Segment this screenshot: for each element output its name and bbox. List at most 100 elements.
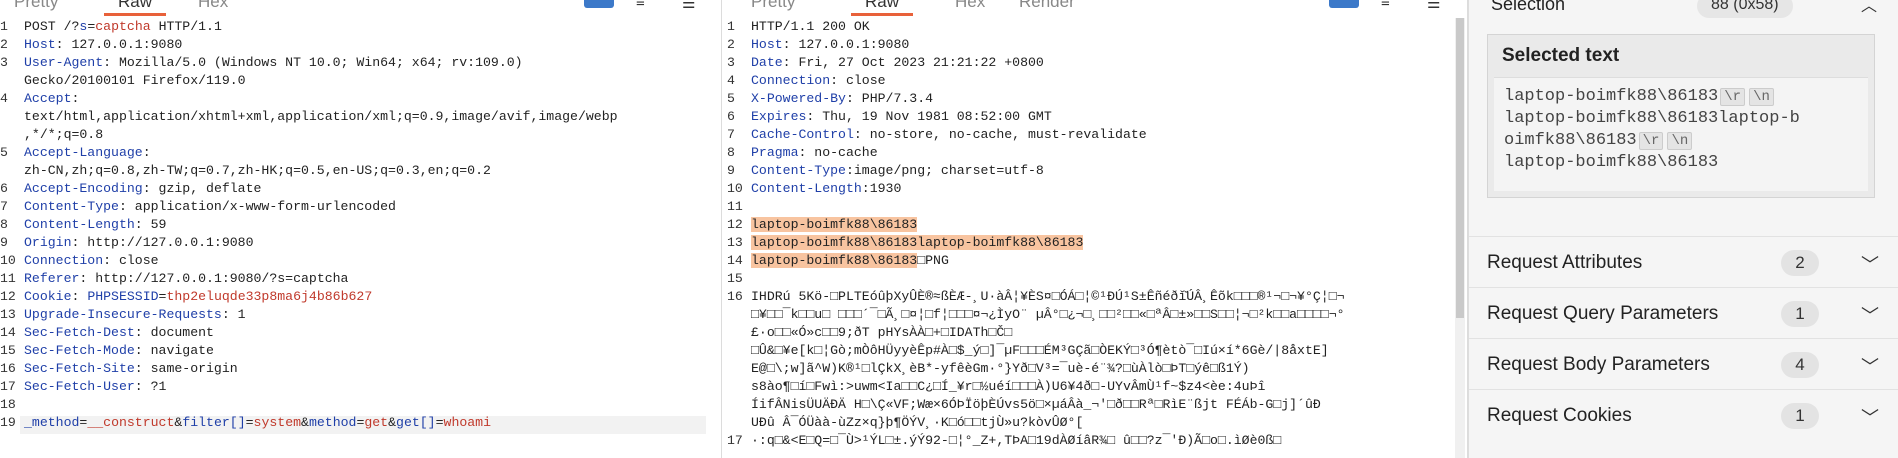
code-line[interactable]: Content-Type: application/x-www-form-url… bbox=[24, 198, 396, 216]
code-line[interactable]: UÐû Â¯ÓÜàà-ùZz×q}þ¶ÖÝV¸·K□ó□□tjÙ»u?kòvÛØ… bbox=[751, 414, 1083, 432]
code-line[interactable]: □¥□□¯k□□u□ □□□´¯□Ã¸□¤¦□f¦□□□¤¬¿ÌyO¨ µÂ°□… bbox=[751, 306, 1345, 324]
code-token: : ?1 bbox=[134, 379, 167, 394]
code-line[interactable]: Accept-Encoding: gzip, deflate bbox=[24, 180, 261, 198]
inspector-section[interactable]: Request Query Parameters 1 ﹀ bbox=[1469, 287, 1898, 339]
code-token: Sec-Fetch-Mode bbox=[24, 343, 135, 358]
code-line[interactable]: Cookie: PHPSESSID=thp2eluqde33p8ma6j4b86… bbox=[24, 288, 372, 306]
code-line[interactable]: Upgrade-Insecure-Requests: 1 bbox=[24, 306, 246, 324]
code-line[interactable]: zh-CN,zh;q=0.8,zh-TW;q=0.7,zh-HK;q=0.5,e… bbox=[24, 162, 491, 180]
tab-pretty[interactable]: Pretty bbox=[14, 0, 58, 12]
tab-render[interactable]: Render bbox=[1019, 0, 1075, 12]
code-token: : Mozilla/5.0 (Windows NT 10.0; Win64; x… bbox=[103, 55, 523, 70]
code-line[interactable]: X-Powered-By: PHP/7.3.4 bbox=[751, 90, 933, 108]
code-line[interactable]: s8ào¶□í□Fwì:>uwm<Ia□□C¿□Í_¥r□½uéí□□□À)U6… bbox=[751, 378, 1265, 396]
line-number: 14 bbox=[727, 253, 743, 268]
code-line[interactable]: _method=__construct&filter[]=system&meth… bbox=[24, 414, 491, 432]
code-line[interactable]: Connection: close bbox=[751, 72, 886, 90]
tab-raw[interactable]: Raw bbox=[103, 0, 167, 16]
code-line[interactable]: Accept-Language: bbox=[24, 144, 151, 162]
line-number bbox=[727, 414, 751, 432]
code-line[interactable]: Sec-Fetch-User: ?1 bbox=[24, 378, 166, 396]
request-pane: Pretty Raw Hex ≡ ☰ 1 POST /?s=captcha HTT… bbox=[0, 0, 722, 458]
code-line[interactable]: text/html,application/xhtml+xml,applicat… bbox=[24, 108, 618, 126]
code-token: □PNG bbox=[917, 253, 949, 268]
code-line[interactable]: Sec-Fetch-Dest: document bbox=[24, 324, 214, 342]
code-line[interactable]: HTTP/1.1 200 OK bbox=[751, 18, 870, 36]
selected-text-box[interactable]: laptop-boimfk88\86183 \r \n laptop-boimfk88… bbox=[1494, 77, 1868, 191]
code-line[interactable]: Referer: http://127.0.0.1:9080/?s=captch… bbox=[24, 270, 348, 288]
code-line[interactable]: Content-Type:image/png; charset=utf-8 bbox=[751, 162, 1044, 180]
pretty-toggle-button[interactable] bbox=[584, 0, 614, 8]
chevron-down-icon[interactable]: ﹀ bbox=[1861, 404, 1879, 430]
tab-hex[interactable]: Hex bbox=[955, 0, 985, 12]
code-token: : PHP/7.3.4 bbox=[845, 91, 934, 106]
code-line[interactable]: □Û&□¥e[k□¦Gò;mÒôHÜyyèÊp#À□$_ý□]¯µF□□□ÉM³… bbox=[751, 342, 1329, 360]
code-token: Host bbox=[24, 37, 56, 52]
code-line[interactable]: Content-Length: 59 bbox=[24, 216, 166, 234]
line-number: 9 bbox=[727, 163, 735, 178]
code-line[interactable]: ÍifÂNisÜUÄÐÄ H□\Ç«VF;Wæ×6ÓÞÏöþÈÚvs5ö□×µá… bbox=[751, 396, 1321, 414]
code-token: : no-cache bbox=[798, 145, 878, 160]
escape-chip: \r bbox=[1720, 88, 1746, 106]
code-token: : bbox=[71, 91, 80, 106]
code-line[interactable]: E@□\;w]ã^W)K®¹□lÇkX¸èB*-yfêèGm·°}Yð□V³=¯… bbox=[751, 360, 1250, 378]
chevron-down-icon[interactable]: ﹀ bbox=[1861, 353, 1879, 379]
tab-hex[interactable]: Hex bbox=[198, 0, 228, 12]
code-line[interactable]: ·:q□&<E□Q=□¯Ù>¹ÝL□±.ýÝ92-□¦°_Z+,TÞA□19dÀ… bbox=[751, 432, 1281, 450]
highlighted-text: laptop-boimfk88\86183laptop-boimfk88\861… bbox=[751, 235, 1084, 250]
pretty-toggle-button[interactable] bbox=[1329, 0, 1359, 8]
code-line[interactable]: Accept: bbox=[24, 90, 79, 108]
code-line[interactable]: £·o□□«Ó»c□□9;ðT pHYsÀÀ□+□IDATh□Č□ bbox=[751, 324, 1012, 342]
menu-icon[interactable]: ☰ bbox=[682, 0, 695, 12]
code-line[interactable]: Date: Fri, 27 Oct 2023 21:21:22 +0800 bbox=[751, 54, 1044, 72]
wrap-icon[interactable]: ≡ bbox=[636, 0, 645, 11]
code-line[interactable]: Connection: close bbox=[24, 252, 159, 270]
menu-icon[interactable]: ☰ bbox=[1427, 0, 1440, 12]
response-pane: Pretty Raw Hex Render ≡ ☰ 1 HTTP/1.1 200 … bbox=[727, 0, 1468, 458]
code-line[interactable]: Sec-Fetch-Site: same-origin bbox=[24, 360, 238, 378]
code-token: thp2eluqde33p8ma6j4b86b627 bbox=[166, 289, 373, 304]
code-line[interactable]: Expires: Thu, 19 Nov 1981 08:52:00 GMT bbox=[751, 108, 1052, 126]
code-line[interactable]: IHDRú 5Kö-□PLTEóûþXyÛÈ®≈ßÈÆ-¸U·àÂ¦¥ÈS¤□Ó… bbox=[751, 288, 1345, 306]
tab-raw[interactable]: Raw bbox=[850, 0, 914, 16]
code-line[interactable]: laptop-boimfk88\86183laptop-boimfk88\861… bbox=[751, 234, 1084, 252]
code-token: filter[] bbox=[182, 415, 246, 430]
code-token: : 59 bbox=[134, 217, 167, 232]
code-line[interactable]: Host: 127.0.0.1:9080 bbox=[751, 36, 909, 54]
line-number: 14 bbox=[0, 325, 16, 340]
code-token: Gecko/20100101 Firefox/119.0 bbox=[24, 73, 246, 88]
selected-text-line: laptop-boimfk88\86183 bbox=[1504, 152, 1858, 174]
wrap-icon[interactable]: ≡ bbox=[1381, 0, 1390, 11]
code-line[interactable]: POST /?s=captcha HTTP/1.1 bbox=[24, 18, 222, 36]
code-line[interactable]: Sec-Fetch-Mode: navigate bbox=[24, 342, 214, 360]
code-line[interactable]: User-Agent: Mozilla/5.0 (Windows NT 10.0… bbox=[24, 54, 523, 72]
escape-chip: \n bbox=[1667, 132, 1693, 150]
code-token: captcha bbox=[95, 19, 151, 34]
code-token: IHDRú 5Kö-□PLTEóûþXyÛÈ®≈ßÈÆ-¸U·àÂ¦¥ÈS¤□Ó… bbox=[751, 289, 1345, 304]
code-token: Cookie bbox=[24, 289, 72, 304]
code-line[interactable]: Pragma: no-cache bbox=[751, 144, 878, 162]
code-line[interactable]: laptop-boimfk88\86183□PNG bbox=[751, 252, 949, 270]
code-line[interactable]: Origin: http://127.0.0.1:9080 bbox=[24, 234, 254, 252]
chevron-down-icon[interactable]: ﹀ bbox=[1861, 302, 1879, 328]
code-line[interactable]: ,*/*;q=0.8 bbox=[24, 126, 103, 144]
code-line[interactable]: Cache-Control: no-store, no-cache, must-… bbox=[751, 126, 1147, 144]
inspector-section[interactable]: Request Attributes 2 ﹀ bbox=[1469, 236, 1898, 288]
inspector-section[interactable]: Request Body Parameters 4 ﹀ bbox=[1469, 338, 1898, 390]
code-line[interactable]: laptop-boimfk88\86183 bbox=[751, 216, 918, 234]
inspector-section[interactable]: Request Cookies 1 ﹀ bbox=[1469, 389, 1898, 441]
chevron-down-icon[interactable]: ﹀ bbox=[1861, 251, 1879, 277]
tab-pretty[interactable]: Pretty bbox=[751, 0, 795, 12]
line-number: 16 bbox=[0, 361, 16, 376]
section-count-badge: 4 bbox=[1781, 352, 1819, 378]
line-number bbox=[0, 162, 24, 180]
code-line[interactable]: Gecko/20100101 Firefox/119.0 bbox=[24, 72, 246, 90]
selected-text-fragment: laptop-boimfk88\86183laptop-b bbox=[1504, 109, 1800, 128]
line-number bbox=[727, 342, 751, 360]
response-scrollbar[interactable] bbox=[1455, 18, 1465, 458]
code-line[interactable]: Content-Length:1930 bbox=[751, 180, 901, 198]
line-number: 15 bbox=[727, 271, 743, 286]
scrollbar-thumb[interactable] bbox=[1456, 18, 1464, 318]
code-line[interactable]: Host: 127.0.0.1:9080 bbox=[24, 36, 182, 54]
chevron-up-icon[interactable]: ︿ bbox=[1861, 0, 1877, 16]
